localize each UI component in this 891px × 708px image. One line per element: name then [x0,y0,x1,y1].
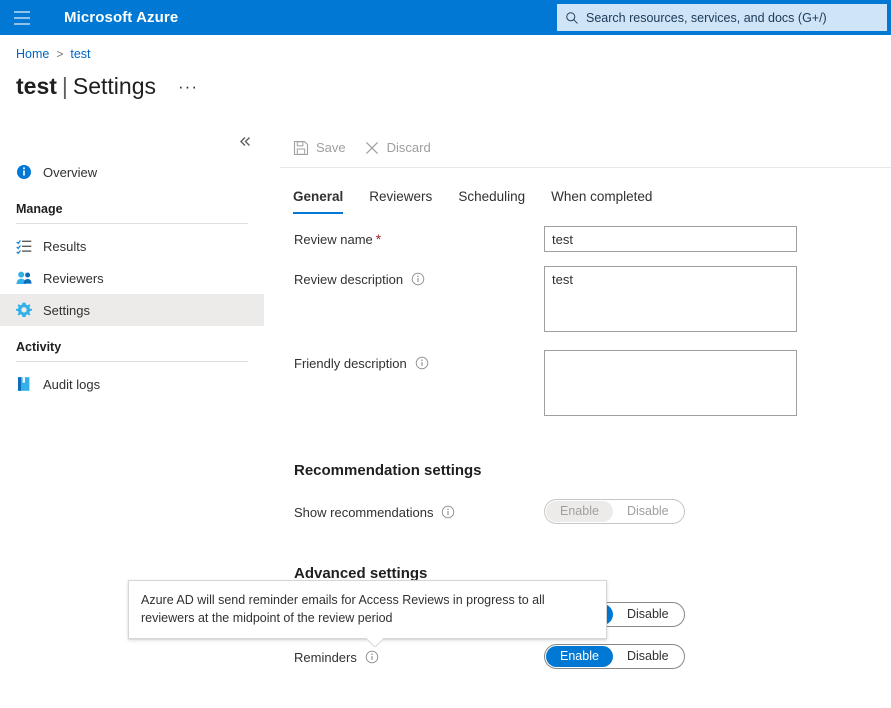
sidebar-item-label: Reviewers [43,271,104,286]
reminders-tooltip-text: Azure AD will send reminder emails for A… [141,593,545,625]
review-name-label-text: Review name [294,232,373,247]
checklist-icon [16,238,32,254]
review-name-label: Review name * [294,226,544,252]
form-row-review-name: Review name * [294,226,891,252]
gear-icon [16,302,32,318]
discard-button-label: Discard [387,140,431,155]
sidebar-item-results[interactable]: Results [0,230,264,262]
book-icon [16,376,32,392]
hamburger-line [14,11,30,13]
reminders-tooltip: Azure AD will send reminder emails for A… [128,580,607,639]
breadcrumb-separator-icon: > [56,47,63,61]
recommendation-settings-heading: Recommendation settings [280,462,891,479]
form-row-reminders: Reminders Enable Disable [294,644,891,670]
people-icon [16,270,32,286]
general-settings-form: Review name * Review description Friendl… [280,226,891,416]
review-description-label: Review description [294,266,544,292]
double-chevron-left-icon [239,135,252,148]
close-x-icon [364,140,380,156]
advanced-obscured-disable-option[interactable]: Disable [613,604,683,625]
azure-brand-logo[interactable]: Microsoft Azure [64,9,178,26]
sidebar-item-label: Settings [43,303,90,318]
info-circle-icon [16,164,32,180]
sidebar-group-label: Activity [16,340,248,361]
search-icon [565,11,579,25]
global-search-placeholder: Search resources, services, and docs (G+… [586,11,827,25]
form-row-review-description: Review description [294,266,891,332]
breadcrumb-item-home[interactable]: Home [16,47,49,61]
info-icon[interactable] [441,505,455,519]
sidebar-item-label: Results [43,239,86,254]
sidebar-item-label: Overview [43,165,97,180]
form-row-show-recommendations: Show recommendations Enable Disable [294,499,891,525]
tab-reviewers[interactable]: Reviewers [369,189,432,214]
required-marker: * [376,231,381,247]
tab-when-completed[interactable]: When completed [551,189,652,214]
tab-scheduling[interactable]: Scheduling [458,189,525,214]
command-bar: Save Discard [280,128,891,168]
show-recommendations-disable-option: Disable [613,501,683,522]
show-recommendations-label: Show recommendations [294,499,544,525]
discard-button[interactable]: Discard [364,140,431,156]
review-name-input[interactable] [544,226,797,252]
sidebar-group-label: Manage [16,202,248,223]
tab-general[interactable]: General [293,189,343,214]
save-icon [293,140,309,156]
form-row-friendly-description: Friendly description [294,350,891,416]
page-title-section: Settings [73,73,156,100]
info-icon[interactable] [415,356,429,370]
page-title-resource: test [16,73,57,100]
sidebar-item-reviewers[interactable]: Reviewers [0,262,264,294]
breadcrumb: Home > test [16,47,91,61]
review-description-label-text: Review description [294,272,403,287]
friendly-description-label: Friendly description [294,350,544,376]
sidebar-item-overview[interactable]: Overview [0,156,264,188]
top-navigation-bar: Microsoft Azure Search resources, servic… [0,0,891,35]
hamburger-line [14,17,30,19]
save-button[interactable]: Save [293,140,346,156]
sidebar-item-label: Audit logs [43,377,100,392]
show-recommendations-label-text: Show recommendations [294,505,433,520]
show-recommendations-toggle: Enable Disable [544,499,685,524]
sidebar-group-divider [16,223,248,224]
breadcrumb-item-test[interactable]: test [70,47,90,61]
page-title-divider: | [62,73,68,100]
hamburger-line [14,23,30,25]
sidebar-group-activity: Activity [0,340,264,362]
friendly-description-textarea[interactable] [544,350,797,416]
resource-menu-sidebar: Overview Manage Results Reviewers Set [0,128,264,400]
sidebar-item-settings[interactable]: Settings [0,294,264,326]
global-search-box[interactable]: Search resources, services, and docs (G+… [557,4,887,31]
settings-tab-list: General Reviewers Scheduling When comple… [280,174,891,214]
reminders-enable-option[interactable]: Enable [546,646,613,667]
hamburger-menu-icon[interactable] [0,0,44,35]
reminders-label: Reminders [294,644,544,670]
info-icon[interactable] [411,272,425,286]
reminders-label-text: Reminders [294,650,357,665]
reminders-disable-option[interactable]: Disable [613,646,683,667]
info-icon[interactable] [365,650,379,664]
show-recommendations-enable-option: Enable [546,501,613,522]
friendly-description-label-text: Friendly description [294,356,407,371]
sidebar-item-audit-logs[interactable]: Audit logs [0,368,264,400]
review-description-textarea[interactable] [544,266,797,332]
page-title: test | Settings ··· [16,73,198,100]
collapse-sidebar-icon[interactable] [234,130,256,152]
reminders-toggle[interactable]: Enable Disable [544,644,685,669]
sidebar-group-divider [16,361,248,362]
tooltip-arrow-icon [366,638,384,647]
save-button-label: Save [316,140,346,155]
sidebar-group-manage: Manage [0,202,264,224]
more-options-icon[interactable]: ··· [178,77,198,97]
